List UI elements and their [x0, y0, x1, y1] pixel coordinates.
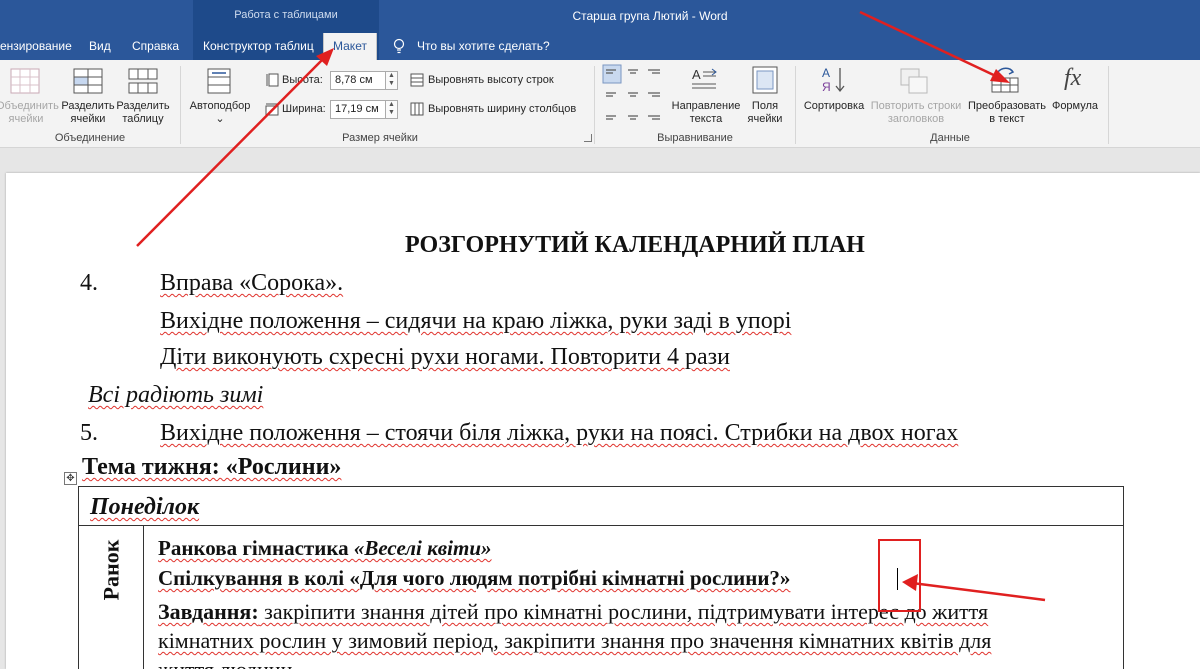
- highlight-box: [878, 539, 921, 612]
- task-label: Завдання:: [158, 599, 259, 624]
- morning-exercise: Ранкова гімнастика «Веселі квіти»: [158, 536, 492, 561]
- cell-size-group-label: Размер ячейки: [342, 132, 418, 144]
- row-label-cell[interactable]: Ранок: [96, 535, 126, 605]
- autofit-icon: [207, 68, 231, 94]
- split-cells-button[interactable]: Разделить ячейки: [58, 100, 118, 126]
- width-input[interactable]: 17,19 см: [330, 100, 386, 119]
- distribute-columns-icon: [410, 102, 424, 116]
- column-width-icon: [265, 103, 279, 116]
- height-label: Высота:: [282, 74, 323, 86]
- ribbon-tab-row: ензирование Вид Справка Конструктор табл…: [0, 33, 1200, 60]
- italic-line: Всі радіють зимі: [88, 382, 264, 408]
- tab-layout[interactable]: Макет: [323, 33, 377, 60]
- task-line-2: кімнатних рослин у зимовий період, закрі…: [158, 628, 992, 653]
- ribbon-separator: [795, 66, 796, 144]
- autofit-button[interactable]: Автоподбор ⌄: [185, 100, 255, 126]
- day-cell[interactable]: Понеділок: [90, 494, 199, 521]
- item-5-number: 5.: [80, 420, 98, 446]
- merge-group-label: Объединение: [54, 132, 126, 144]
- repeat-header-rows-button[interactable]: Повторить строки заголовков: [866, 100, 966, 126]
- text-direction-icon: A: [692, 67, 717, 89]
- document-title: Старша група Лютий - Word: [572, 9, 728, 23]
- tab-help[interactable]: Справка: [132, 33, 179, 60]
- tab-review[interactable]: ензирование: [0, 33, 72, 60]
- ribbon: Объединить ячейки Разделить ячейки Раздели…: [0, 60, 1200, 148]
- sort-button[interactable]: Сортировка: [799, 100, 869, 113]
- formula-button[interactable]: Формула: [1050, 100, 1100, 113]
- morning-exercise-label: Ранкова гімнастика: [158, 536, 354, 560]
- table-move-handle-icon[interactable]: ✥: [64, 472, 77, 485]
- split-table-button[interactable]: Разделить таблицу: [114, 100, 172, 126]
- tab-view[interactable]: Вид: [89, 33, 111, 60]
- word-window: Работа с таблицами Старша група Лютий - …: [0, 0, 1200, 669]
- tell-me-search[interactable]: Что вы хотите сделать?: [417, 33, 550, 60]
- row-height-icon: [266, 73, 279, 87]
- data-group-label: Данные: [930, 132, 970, 144]
- split-cells-icon: [73, 68, 103, 94]
- table-column-divider: [143, 525, 144, 669]
- task-line-1: Завдання: закріпити знання дітей про кім…: [158, 599, 988, 625]
- ribbon-separator: [1108, 66, 1109, 144]
- plan-heading: РОЗГОРНУТИЙ КАЛЕНДАРНИЙ ПЛАН: [405, 232, 865, 258]
- merge-cells-button[interactable]: Объединить ячейки: [0, 100, 59, 126]
- item-4-title: Вправа «Сорока».: [160, 270, 344, 296]
- dialog-launcher-icon[interactable]: [584, 134, 592, 142]
- item-4-number: 4.: [80, 270, 98, 296]
- week-theme: Тема тижня: «Рослини»: [82, 454, 342, 480]
- height-spinner[interactable]: ▲ ▼: [386, 71, 398, 90]
- svg-text:Я: Я: [822, 80, 831, 94]
- tab-table-design[interactable]: Конструктор таблиц: [203, 33, 314, 60]
- svg-text:A: A: [822, 66, 830, 80]
- alignment-grid-icon: [602, 64, 660, 120]
- ribbon-separator: [594, 66, 595, 144]
- repeat-header-rows-icon: [900, 68, 928, 94]
- circle-talk: Спілкування в колі «Для чого людям потрі…: [158, 566, 791, 590]
- distribute-rows-button[interactable]: Выровнять высоту строк: [428, 74, 554, 86]
- row-label-text: Ранок: [98, 539, 124, 601]
- item-5-text: Вихідне положення – стоячи біля ліжка, р…: [160, 420, 959, 446]
- distribute-columns-button[interactable]: Выровнять ширину столбцов: [428, 103, 576, 115]
- item-4-line-2: Вихідне положення – сидячи на краю ліжка…: [160, 308, 792, 334]
- convert-to-text-button[interactable]: Преобразовать в текст: [964, 100, 1050, 126]
- table-row-divider: [78, 525, 1124, 526]
- sort-icon: A Я: [822, 66, 845, 94]
- text-direction-button[interactable]: Направление текста: [668, 100, 744, 126]
- convert-to-text-icon: [991, 67, 1019, 93]
- svg-text:A: A: [692, 67, 701, 82]
- split-table-icon: [128, 68, 158, 94]
- table-tools-label: Работа с таблицами: [234, 9, 338, 21]
- cell-margins-button[interactable]: Поля ячейки: [742, 100, 788, 126]
- height-input[interactable]: 8,78 см: [330, 71, 386, 90]
- morning-exercise-title: «Веселі квіти»: [353, 536, 492, 560]
- cell-margins-icon: [752, 66, 778, 94]
- item-4-line-3: Діти виконують схресні рухи ногами. Повт…: [160, 344, 730, 370]
- task-line-3: життя людини: [158, 657, 292, 669]
- ribbon-separator: [180, 66, 181, 144]
- lightbulb-icon: [393, 38, 405, 54]
- merge-cells-icon: [10, 68, 40, 94]
- width-label: Ширина:: [282, 103, 326, 115]
- formula-icon: fx: [1064, 65, 1082, 91]
- width-spinner[interactable]: ▲ ▼: [386, 100, 398, 119]
- distribute-rows-icon: [410, 73, 424, 87]
- alignment-group-label: Выравнивание: [657, 132, 733, 144]
